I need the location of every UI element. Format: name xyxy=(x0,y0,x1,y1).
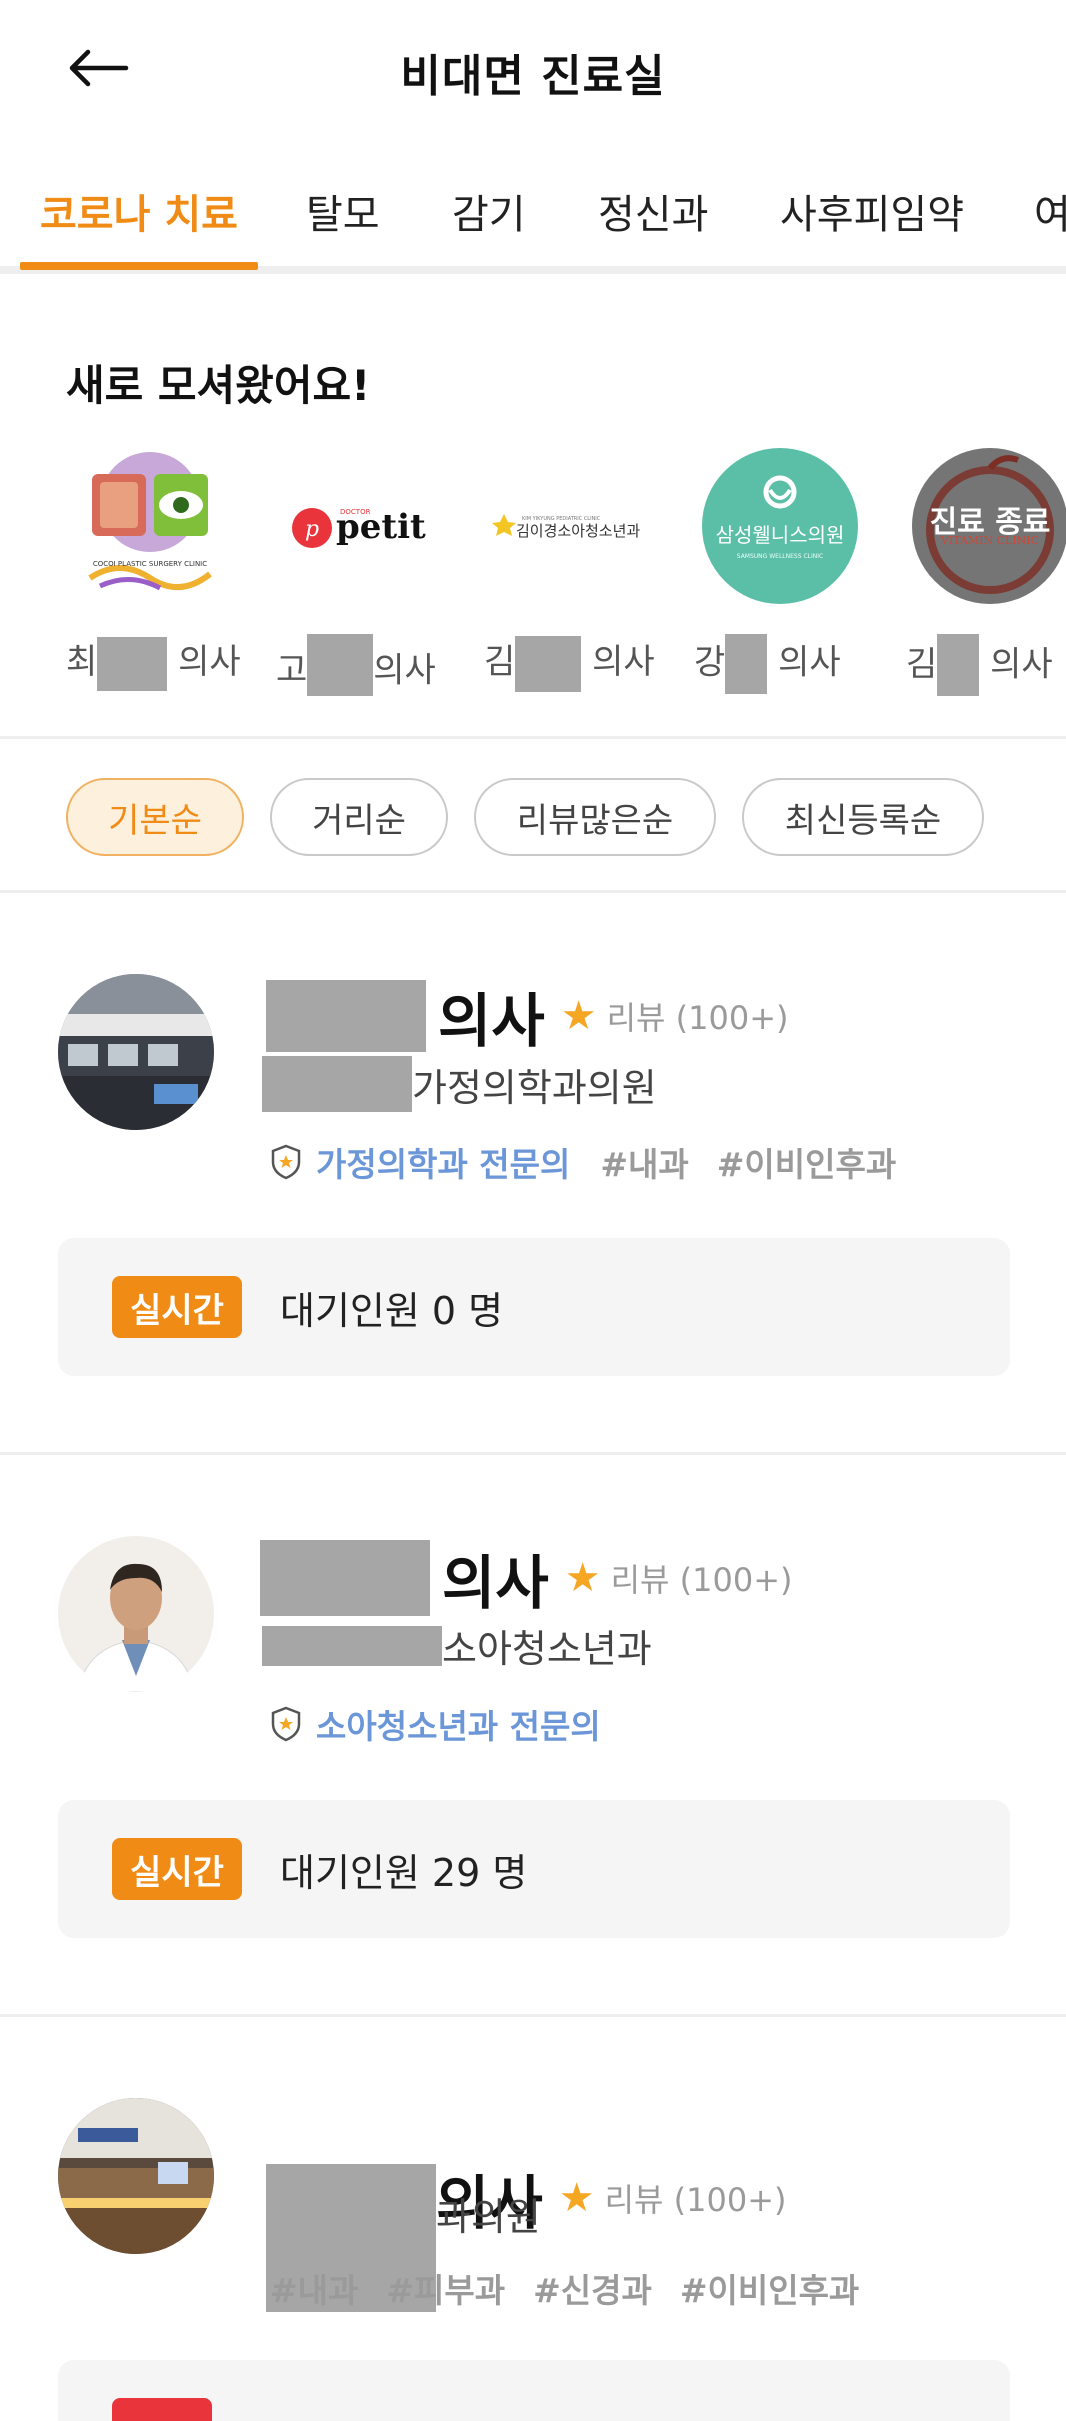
status-badge xyxy=(112,2398,212,2421)
redacted-name xyxy=(266,980,426,1052)
new-doctor-caption: 고 의사 xyxy=(276,634,436,696)
specialty-tags: 가정의학과 전문의 #내과 #이비인후과 xyxy=(270,1138,924,1186)
sort-reviews-pill[interactable]: 리뷰많은순 xyxy=(474,778,716,856)
specialty-tags: 소아청소년과 전문의 xyxy=(270,1700,631,1748)
clinic-photo xyxy=(58,974,214,1130)
svg-text:COCOI PLASTIC SURGERY CLINIC: COCOI PLASTIC SURGERY CLINIC xyxy=(93,560,207,568)
tab-cold[interactable]: 감기 xyxy=(452,182,526,240)
waiting-status xyxy=(58,2360,1010,2421)
svg-text:진료 종료: 진료 종료 xyxy=(930,505,1051,540)
new-doctor-logo-kim-pediatrics[interactable]: KIM YIKYUNG PEDIATRIC CLINIC 김이경소아청소년과 xyxy=(486,446,656,606)
clinic-photo xyxy=(58,2098,214,2254)
clinic-name: 가정의학과의원 xyxy=(262,1056,657,1112)
specialist-badge-icon xyxy=(271,1706,301,1742)
doctor-photo xyxy=(58,1536,214,1692)
redacted-clinic xyxy=(262,1625,442,1666)
redacted-name xyxy=(260,1540,430,1616)
star-icon: ★ xyxy=(558,2175,595,2221)
doctor-card[interactable]: 의사 ★ 리뷰 (100+) 과의원 #내과 #피부과 #신경과 #이비인후과 xyxy=(0,2014,1066,2421)
redacted-name xyxy=(515,635,582,692)
clinic-name: 과의원 xyxy=(436,2195,541,2239)
specialty-tags: #내과 #피부과 #신경과 #이비인후과 xyxy=(270,2271,860,2310)
redacted-name xyxy=(307,634,374,696)
tab-more[interactable]: 여 xyxy=(1034,182,1066,240)
new-doctor-logo-vitamin-closed[interactable]: VITAMIN CLINIC 진료 종료 xyxy=(910,446,1066,606)
top-header: 비대면 진료실 xyxy=(0,0,1066,140)
redacted-name xyxy=(97,636,168,691)
category-tabs: 코로나 치료 탈모 감기 정신과 사후피임약 여 xyxy=(0,160,1066,270)
svg-text:petit: petit xyxy=(336,507,426,547)
review-count: 리뷰 (100+) xyxy=(604,2181,787,2219)
realtime-badge: 실시간 xyxy=(112,1838,242,1900)
svg-text:SAMSUNG WELLNESS CLINIC: SAMSUNG WELLNESS CLINIC xyxy=(737,553,823,560)
new-doctor-logo-samsung-wellness[interactable]: 삼성웰니스의원 SAMSUNG WELLNESS CLINIC xyxy=(700,446,860,606)
review-count: 리뷰 (100+) xyxy=(606,999,789,1037)
redacted-clinic xyxy=(262,1056,412,1112)
new-doctor-caption: 김 의사 xyxy=(906,634,1053,696)
new-doctors-title: 새로 모셔왔어요! xyxy=(66,361,371,410)
review-count: 리뷰 (100+) xyxy=(610,1561,793,1599)
svg-text:김이경소아청소년과: 김이경소아청소년과 xyxy=(516,522,640,540)
waiting-status: 실시간 대기인원 29 명 xyxy=(58,1800,1010,1938)
tab-psychiatry[interactable]: 정신과 xyxy=(598,182,708,240)
star-icon: ★ xyxy=(560,993,597,1039)
clinic-name: 소아청소년과 xyxy=(262,1618,652,1673)
specialist-badge-icon xyxy=(271,1144,301,1180)
waiting-count: 대기인원 0 명 xyxy=(280,1289,504,1333)
star-icon: ★ xyxy=(564,1555,601,1601)
new-doctors-carousel[interactable]: COCOI PLASTIC SURGERY CLINIC 최 의사 p DOCT… xyxy=(0,446,1066,696)
section-divider xyxy=(0,736,1066,739)
doctor-card[interactable]: 의사 ★ 리뷰 (100+) 가정의학과의원 가정의학과 전문의 #내과 #이비… xyxy=(0,890,1066,1456)
sort-newest-pill[interactable]: 최신등록순 xyxy=(742,778,984,856)
svg-text:삼성웰니스의원: 삼성웰니스의원 xyxy=(716,523,845,547)
waiting-count: 대기인원 29 명 xyxy=(280,1851,528,1895)
doctor-card[interactable]: 의사 ★ 리뷰 (100+) 소아청소년과 소아청소년과 전문의 실시간 대기인… xyxy=(0,1452,1066,2018)
tab-hair-loss[interactable]: 탈모 xyxy=(306,182,380,240)
tab-covid[interactable]: 코로나 치료 xyxy=(40,182,238,240)
doctor-name-row: 의사 ★ 리뷰 (100+) xyxy=(260,1536,793,1620)
realtime-badge: 실시간 xyxy=(112,1276,242,1338)
doctor-name-row: 의사 ★ 리뷰 (100+) xyxy=(266,974,789,1058)
redacted-name xyxy=(937,634,980,696)
new-doctor-caption: 김 의사 xyxy=(484,634,655,692)
tab-emergency-contraception[interactable]: 사후피임약 xyxy=(780,182,964,240)
redacted-name xyxy=(725,634,768,694)
new-doctor-caption: 강 의사 xyxy=(694,634,841,694)
sort-default-pill[interactable]: 기본순 xyxy=(66,778,244,856)
sort-distance-pill[interactable]: 거리순 xyxy=(270,778,448,856)
active-tab-indicator xyxy=(20,262,258,270)
page-title: 비대면 진료실 xyxy=(400,51,666,102)
waiting-status: 실시간 대기인원 0 명 xyxy=(58,1238,1010,1376)
svg-text:p: p xyxy=(305,517,319,542)
new-doctor-logo-petit[interactable]: p DOCTOR petit xyxy=(282,446,442,606)
new-doctor-logo-cocoi[interactable]: COCOI PLASTIC SURGERY CLINIC xyxy=(70,446,230,606)
new-doctor-caption: 최 의사 xyxy=(66,634,241,691)
